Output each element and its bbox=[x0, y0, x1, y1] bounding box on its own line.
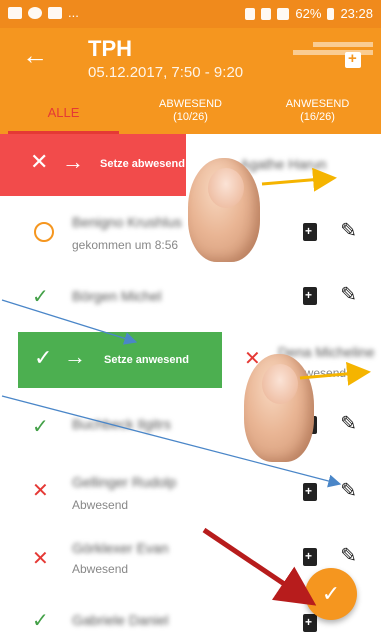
add-note-icon[interactable] bbox=[303, 483, 317, 501]
tab-alle-label: ALLE bbox=[47, 105, 80, 120]
alarm-icon bbox=[245, 7, 256, 20]
add-note-icon[interactable] bbox=[303, 287, 317, 305]
mute-icon bbox=[261, 7, 272, 20]
list-item[interactable]: ✕ Gellinger Rudolp Abwesend ✎ bbox=[0, 456, 381, 529]
page-title: TPH bbox=[88, 36, 132, 61]
check-icon: ✓ bbox=[32, 416, 49, 438]
student-name: Benigno Krushlus bbox=[72, 214, 182, 230]
whatsapp-notification-icon bbox=[28, 6, 42, 19]
thumb-nail bbox=[262, 364, 298, 404]
student-name: Gellinger Rudolp bbox=[72, 474, 177, 490]
page-subtitle: 05.12.2017, 7:50 - 9:20 bbox=[88, 64, 244, 81]
battery-icon bbox=[327, 7, 335, 20]
edit-pencil-icon[interactable]: ✎ bbox=[340, 543, 357, 568]
add-note-icon[interactable] bbox=[303, 614, 317, 632]
tab-abwesend-count: (10/26) bbox=[173, 111, 208, 123]
tab-abwesend[interactable]: ABWESEND (10/26) bbox=[127, 90, 254, 134]
check-icon: ✓ bbox=[34, 345, 53, 370]
tab-abwesend-label: ABWESEND bbox=[159, 98, 222, 110]
status-bar: ... 62% 23:28 bbox=[0, 0, 381, 28]
toolbar-info-blur bbox=[293, 42, 373, 55]
arrow-right-icon: → bbox=[62, 149, 84, 174]
edit-pencil-icon[interactable]: ✎ bbox=[340, 478, 357, 503]
swipe-absent-label: Setze abwesend bbox=[100, 158, 185, 170]
check-icon: ✓ bbox=[32, 286, 49, 308]
edit-pencil-icon[interactable]: ✎ bbox=[340, 218, 357, 243]
arrow-right-icon: → bbox=[64, 344, 86, 369]
battery-level: 62% bbox=[295, 6, 322, 21]
back-arrow-icon[interactable]: ← bbox=[22, 42, 48, 68]
student-name: Börgen Michel bbox=[72, 288, 162, 304]
clock: 23:28 bbox=[340, 6, 373, 21]
swipe-present-action: ✓ → Setze anwesend bbox=[18, 332, 222, 388]
list-item-swiping[interactable]: ✓ → Setze anwesend ✕ Dena Micheline Abwe… bbox=[0, 326, 381, 395]
tab-anwesend[interactable]: ANWESEND (16/26) bbox=[254, 90, 381, 134]
add-document-icon[interactable] bbox=[345, 50, 361, 68]
check-icon: ✓ bbox=[321, 581, 341, 606]
check-icon: ✓ bbox=[32, 610, 49, 632]
signal-icon bbox=[277, 7, 290, 20]
tab-alle[interactable]: ALLE bbox=[0, 90, 127, 134]
tab-anwesend-label: ANWESEND bbox=[285, 98, 350, 110]
cross-icon: ✕ bbox=[32, 480, 49, 502]
student-name: Gabriele Daniel bbox=[72, 612, 169, 628]
tab-anwesend-count: (16/26) bbox=[300, 111, 335, 123]
arrival-time: gekommen um 8:56 bbox=[72, 238, 179, 252]
image-notification-icon bbox=[8, 6, 22, 19]
absent-status: Abwesend bbox=[72, 498, 129, 512]
list-item[interactable]: ✓ Börgen Michel ✎ bbox=[0, 266, 381, 327]
thumb-illustration bbox=[244, 354, 314, 462]
save-attendance-button[interactable]: ✓ bbox=[305, 568, 357, 620]
swipe-absent-action: ✕ → Setze abwesend bbox=[0, 134, 186, 196]
student-name: Buchbeck Ilgitrs bbox=[72, 416, 171, 432]
edit-pencil-icon[interactable]: ✎ bbox=[340, 411, 357, 436]
add-note-icon[interactable] bbox=[303, 223, 317, 241]
cross-icon: ✕ bbox=[32, 548, 49, 570]
student-name: Görklexer Evan bbox=[72, 540, 169, 556]
add-note-icon[interactable] bbox=[303, 548, 317, 566]
thumb-nail bbox=[208, 168, 244, 208]
list-item[interactable]: ✓ Buchbeck Ilgitrs ✎ bbox=[0, 394, 381, 457]
thumb-illustration bbox=[188, 158, 260, 262]
app-toolbar: ← TPH 05.12.2017, 7:50 - 9:20 bbox=[0, 28, 381, 90]
swipe-present-label: Setze anwesend bbox=[104, 354, 189, 366]
pending-circle-icon bbox=[34, 222, 54, 242]
gallery-notification-icon bbox=[48, 6, 62, 19]
tab-bar: ALLE ABWESEND (10/26) ANWESEND (16/26) bbox=[0, 90, 381, 134]
absent-status: Abwesend bbox=[72, 562, 129, 576]
edit-pencil-icon[interactable]: ✎ bbox=[340, 282, 357, 307]
student-name: Agathe Harun bbox=[240, 156, 327, 172]
close-icon: ✕ bbox=[30, 149, 49, 174]
more-notifications: ... bbox=[68, 5, 79, 20]
